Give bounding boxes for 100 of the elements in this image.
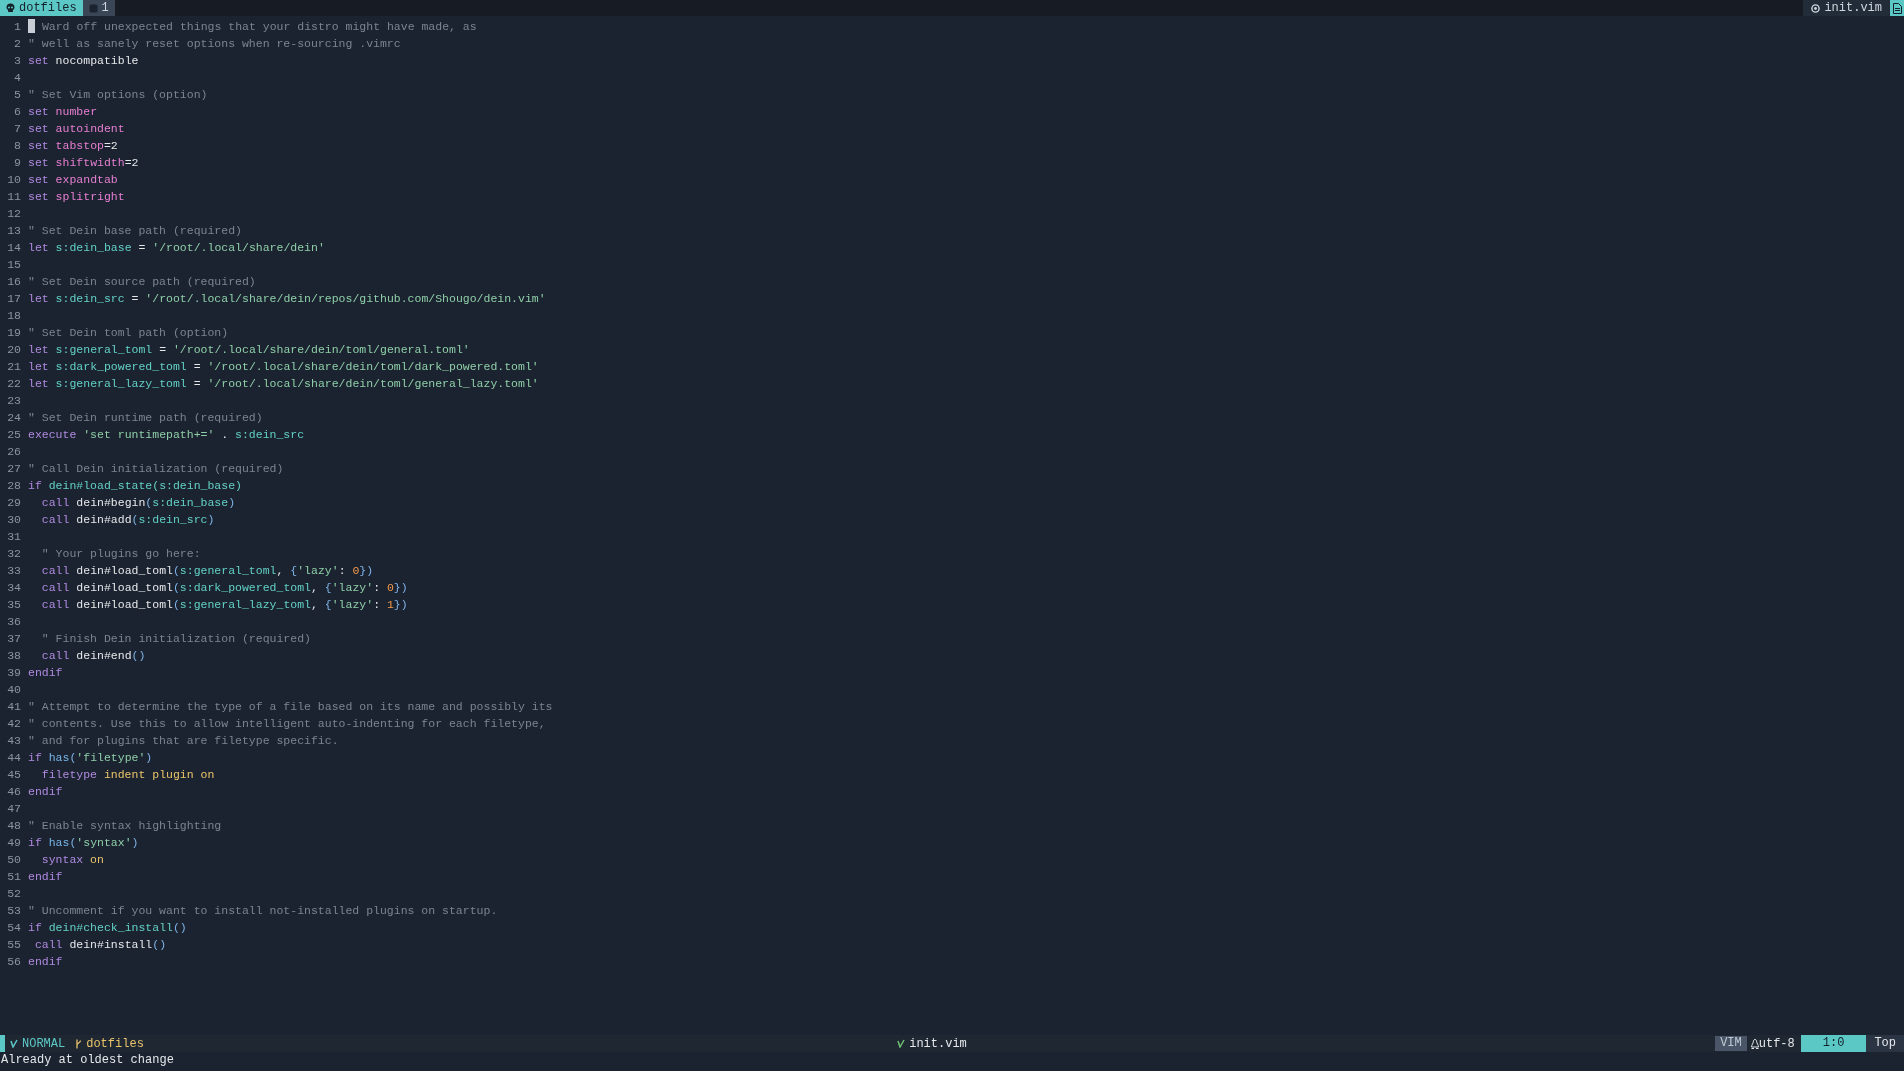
line-number: 4 [13,70,22,86]
code-line: set expandtab [28,172,118,188]
line-number: 12 [6,206,22,222]
line-number: 8 [13,138,22,154]
line-number: 5 [13,87,22,103]
line-number: 47 [6,801,22,817]
line-number: 37 [6,631,22,647]
code-line: set autoindent [28,121,125,137]
circle-icon [1811,3,1821,13]
document-icon [1892,2,1902,14]
code-line: set splitright [28,189,125,205]
line-number: 48 [6,818,22,834]
line-number: 3 [13,53,22,69]
line-number: 35 [6,597,22,613]
code-line: call dein#load_toml(s:general_lazy_toml, {'lazy': 1}) [40,597,408,613]
code-line: " Finish Dein initialization (required) [40,631,311,647]
line-number: 36 [6,614,22,630]
code-line: " Uncomment if you want to install not-installed plugins on startup. [28,903,498,919]
code-line: filetype indent plugin on [40,767,215,783]
code-line: " Call Dein initialization (required) [28,461,284,477]
code-line: let s:general_toml = '/root/.local/share/dein/toml/general.toml' [28,342,470,358]
tab[interactable]: 1 [82,0,115,16]
code-line: call dein#add(s:dein_src) [40,512,215,528]
code-line: " Set Dein runtime path (required) [28,410,263,426]
line-number: 9 [13,155,22,171]
code-line: " Enable syntax highlighting [28,818,222,834]
branch-label: dotfiles [86,1036,144,1051]
code-line: let s:dein_src = '/root/.local/share/dein/repos/github.com/Shougo/dein.vim' [28,291,546,307]
code-line: set shiftwidth=2 [28,155,139,171]
scroll-position: Top [1866,1035,1904,1052]
code-line: if dein#check_install() [28,920,187,936]
code-line: endif [28,784,63,800]
line-number: 24 [6,410,22,426]
line-number: 38 [6,648,22,664]
cursor-position: 1:0 [1800,1035,1867,1052]
code-line: set tabstop=2 [28,138,118,154]
line-number: 29 [6,495,22,511]
encoding-label: utf-8 [1758,1036,1796,1051]
code-line: if has('filetype') [28,750,153,766]
code-line: set number [28,104,98,120]
line-number: 50 [6,852,22,868]
code-line: endif [28,869,63,885]
mode-indicator [0,1035,5,1052]
code-line: call dein#begin(s:dein_base) [40,495,236,511]
line-number: 2 [13,36,22,52]
line-number: 7 [13,121,22,137]
line-number: 40 [6,682,22,698]
line-number: 56 [6,954,22,970]
line-number: 43 [6,733,22,749]
line-number: 53 [6,903,22,919]
line-number: 41 [6,699,22,715]
line-number: 42 [6,716,22,732]
code-line: " Set Dein source path (required) [28,274,256,290]
message-line: Already at oldest change [0,1052,175,1069]
line-number: 27 [6,461,22,477]
code-line: endif [28,665,63,681]
square-icon [88,3,98,13]
code-line: " Set Dein toml path (option) [28,325,229,341]
code-line: if has('syntax') [28,835,139,851]
code-line: " contents. Use this to allow intelligent auto-indenting for each filetype, [28,716,546,732]
line-number: 51 [6,869,22,885]
line-number: 16 [6,274,22,290]
code-line: if dein#load_state(s:dein_base) [28,478,242,494]
code-line: " well as sanely reset options when re-sourcing .vimrc [28,36,401,52]
line-number: 17 [6,291,22,307]
mode-label: NORMAL [22,1036,66,1051]
code-line: endif [28,954,63,970]
line-number: 46 [6,784,22,800]
line-number: 39 [6,665,22,681]
code-line: execute 'set runtimepath+=' . s:dein_src [28,427,305,443]
line-number: 33 [6,563,22,579]
code-line: " and for plugins that are filetype specific. [28,733,339,749]
tab[interactable]: dotfiles [0,0,83,16]
line-number: 22 [6,376,22,392]
line-number: 14 [6,240,22,256]
code-line: let s:dark_powered_toml = '/root/.local/share/dein/toml/dark_powered.toml' [28,359,539,375]
line-number: 31 [6,529,22,545]
line-number: 55 [6,937,22,953]
line-number: 25 [6,427,22,443]
line-number: 45 [6,767,22,783]
code-line: Ward off unexpected things that your distro might have made, as [40,19,477,35]
check-icon [897,1039,906,1048]
line-number: 54 [6,920,22,936]
check-icon [10,1039,18,1048]
line-number: 10 [6,172,22,188]
line-number: 30 [6,512,22,528]
code-line: " Set Dein base path (required) [28,223,242,239]
line-number: 32 [6,546,22,562]
line-number: 23 [6,393,22,409]
line-number: 20 [6,342,22,358]
line-number: 34 [6,580,22,596]
code-line: call dein#end() [40,648,146,664]
line-number: 19 [6,325,22,341]
line-number: 18 [6,308,22,324]
file-name: init.vim [909,1036,967,1051]
code-line: call dein#load_toml(s:general_toml, {'lazy': 0}) [40,563,374,579]
line-number: 52 [6,886,22,902]
code-line: " Attempt to determine the type of a file based on its name and possibly its [28,699,553,715]
line-number: 28 [6,478,22,494]
line-number: 13 [6,223,22,239]
